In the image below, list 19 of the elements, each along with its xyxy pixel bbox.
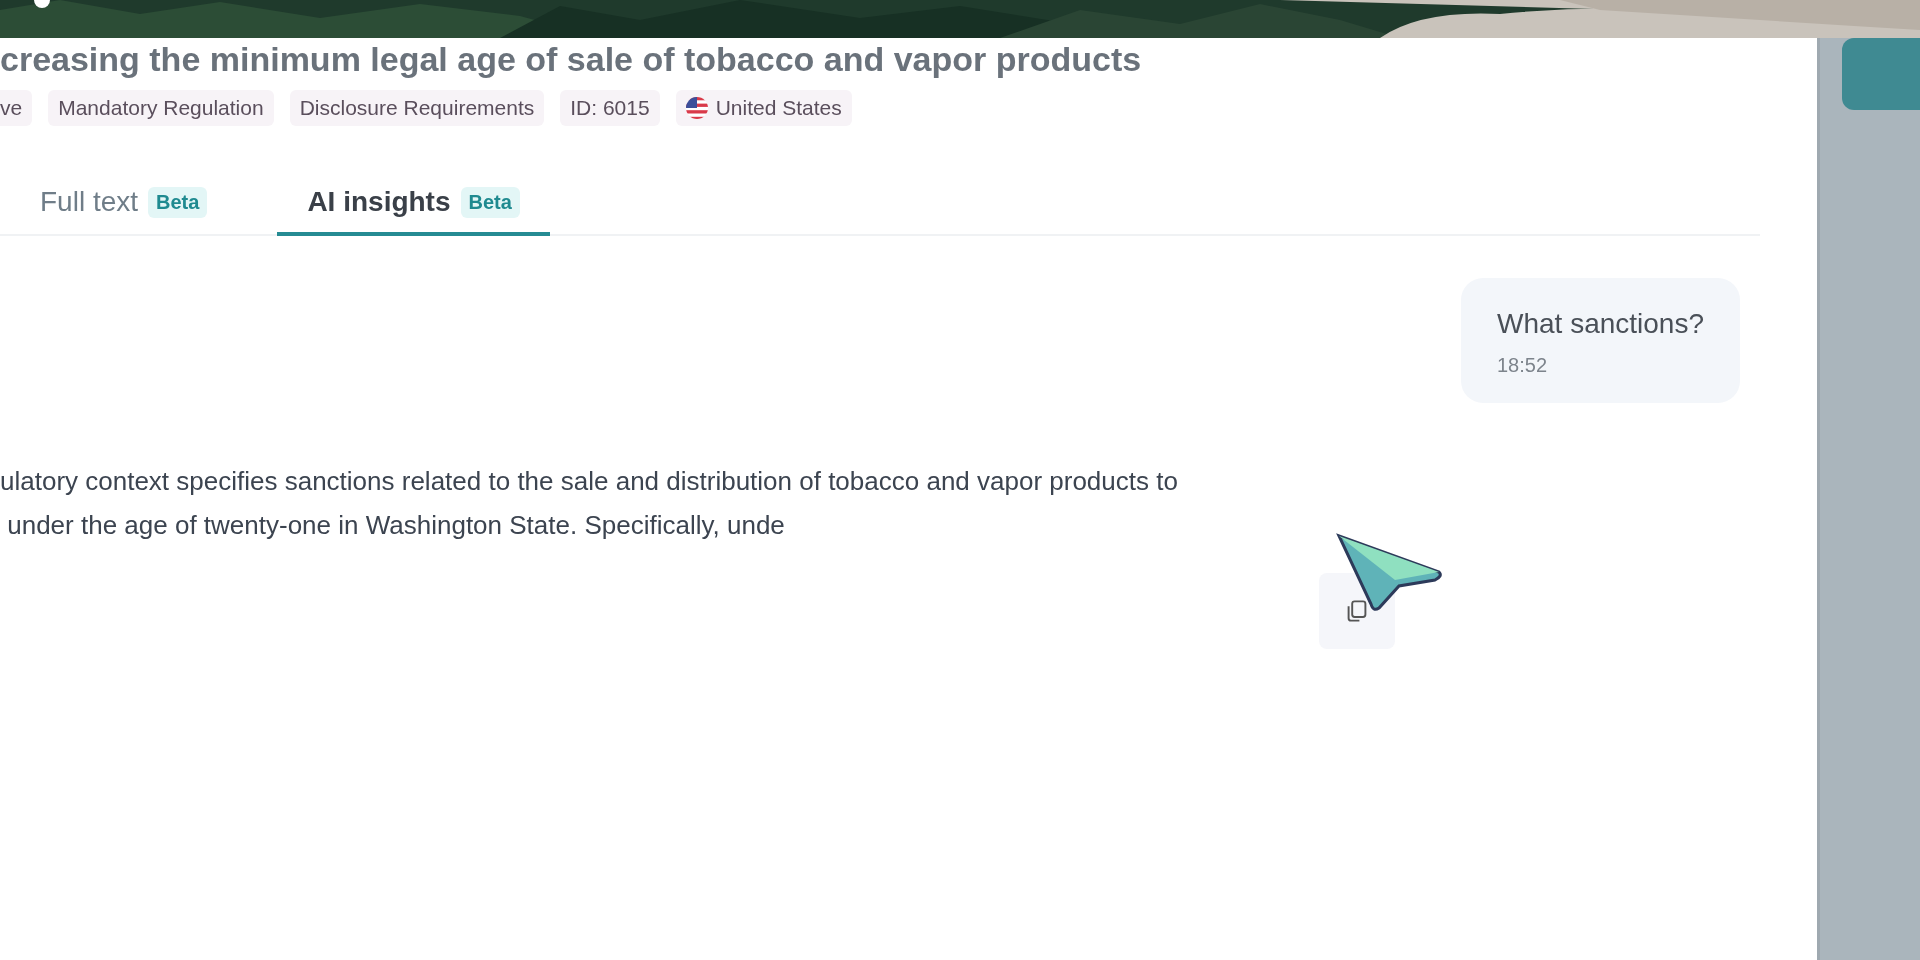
flag-icon [685, 97, 708, 119]
question-text: What sanctions? [1497, 308, 1704, 340]
answer-text: ulatory context specifies sanctions related to the sale and distribution of tobacco and vapor products to [0, 465, 1179, 498]
tab[interactable]: AI insights Beta [277, 174, 550, 236]
beta-badge: Beta [460, 186, 520, 218]
page-title: creasing the minimum legal age of sale of tobacco and vapor products [0, 39, 1143, 80]
tab-label: Full text [40, 186, 139, 218]
tag: United States [675, 90, 852, 126]
tab[interactable]: Full text Beta [40, 174, 238, 236]
beta-badge: Beta [148, 186, 208, 218]
tab-label: AI insights [307, 186, 451, 218]
message-time: 18:52 [1497, 354, 1549, 377]
answer-text: under the age of twenty-one in Washington State. Specifically, unde [6, 509, 786, 542]
tag: ID: 6015 [560, 90, 660, 126]
copy-icon [1345, 599, 1369, 623]
tag: Mandatory Regulation [48, 90, 274, 126]
tag: ve [0, 90, 33, 126]
tag: Disclosure Requirements [289, 90, 545, 126]
pointer-icon [1335, 532, 1445, 612]
